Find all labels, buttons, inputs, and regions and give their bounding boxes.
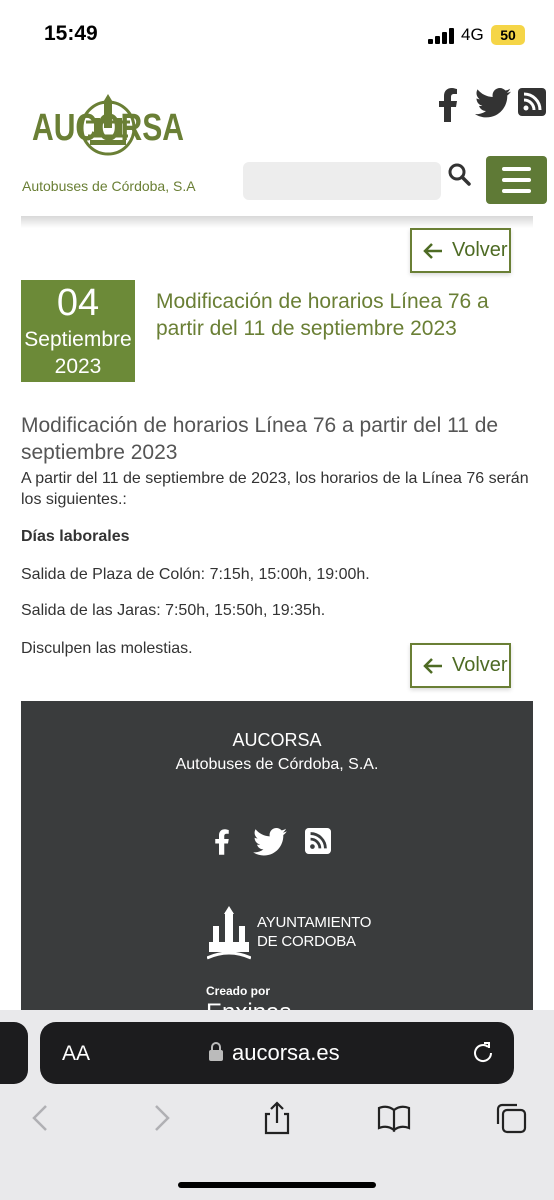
rss-icon[interactable] <box>518 88 546 122</box>
date-year: 2023 <box>54 355 102 378</box>
arrow-left-icon <box>423 242 442 259</box>
header-divider <box>21 216 533 228</box>
bookmarks-icon[interactable] <box>376 1100 412 1136</box>
schedule-line-jaras: Salida de las Jaras: 7:50h, 15:50h, 19:3… <box>21 602 326 619</box>
share-icon[interactable] <box>259 1100 295 1136</box>
back-label: Volver <box>452 239 508 261</box>
network-type: 4G <box>461 25 484 44</box>
twitter-icon[interactable] <box>253 828 287 856</box>
arrow-left-icon <box>423 657 442 674</box>
reload-icon[interactable] <box>470 1040 496 1066</box>
apology-text: Disculpen las molestias. <box>21 640 193 657</box>
news-title: Modificación de horarios Línea 76 a part… <box>156 290 489 340</box>
reader-options-button[interactable]: AA <box>62 1042 90 1066</box>
status-bar: 15:49 4G 50 <box>0 0 554 70</box>
back-button-top[interactable]: Volver <box>410 228 511 273</box>
logo-text: AUCORSA <box>32 107 184 149</box>
address-bar[interactable]: AA aucorsa.es <box>40 1022 514 1084</box>
tabs-icon[interactable] <box>493 1100 529 1136</box>
created-by-label: Creado por <box>206 984 271 998</box>
ayuntamiento-logo[interactable] <box>206 906 252 964</box>
rss-icon[interactable] <box>305 828 331 856</box>
search-input[interactable] <box>243 162 441 200</box>
battery-icon: 50 <box>491 25 525 45</box>
menu-button[interactable] <box>486 156 547 204</box>
back-label: Volver <box>452 654 508 676</box>
search-icon[interactable] <box>446 162 474 190</box>
facebook-icon[interactable] <box>213 828 231 856</box>
date-month: Septiembre <box>24 328 132 351</box>
home-indicator <box>178 1182 376 1188</box>
previous-tab-peek[interactable] <box>0 1022 28 1084</box>
ayuntamiento-text: AYUNTAMIENTO DE CORDOBA <box>257 914 372 950</box>
footer-name: AUCORSA <box>232 730 322 750</box>
facebook-icon[interactable] <box>436 88 460 122</box>
back-nav-icon[interactable] <box>23 1100 59 1136</box>
article-title: Modificación de horarios Línea 76 a part… <box>21 414 499 464</box>
signal-icon <box>428 28 454 44</box>
schedule-line-colon: Salida de Plaza de Colón: 7:15h, 15:00h,… <box>21 566 370 583</box>
date-day: 04 <box>56 282 100 324</box>
twitter-icon[interactable] <box>475 88 511 122</box>
forward-nav-icon[interactable] <box>143 1100 179 1136</box>
url-text[interactable]: aucorsa.es <box>232 1040 340 1066</box>
browser-toolbar: AA aucorsa.es <box>0 1010 554 1200</box>
aucorsa-logo[interactable]: AUCORSA <box>28 88 188 180</box>
footer-subtitle: Autobuses de Córdoba, S.A. <box>175 756 379 773</box>
back-button-bottom[interactable]: Volver <box>410 643 511 688</box>
lock-icon <box>209 1042 223 1061</box>
article-subhead: Días laborales <box>21 528 130 545</box>
footer: AUCORSA Autobuses de Córdoba, S.A. AYUNT… <box>21 701 533 1031</box>
logo-caption: Autobuses de Córdoba, S.A <box>22 178 196 194</box>
article-intro: A partir del 11 de septiembre de 2023, l… <box>21 470 529 508</box>
status-time: 15:49 <box>44 22 98 45</box>
date-badge: 04 Septiembre 2023 <box>21 280 135 382</box>
